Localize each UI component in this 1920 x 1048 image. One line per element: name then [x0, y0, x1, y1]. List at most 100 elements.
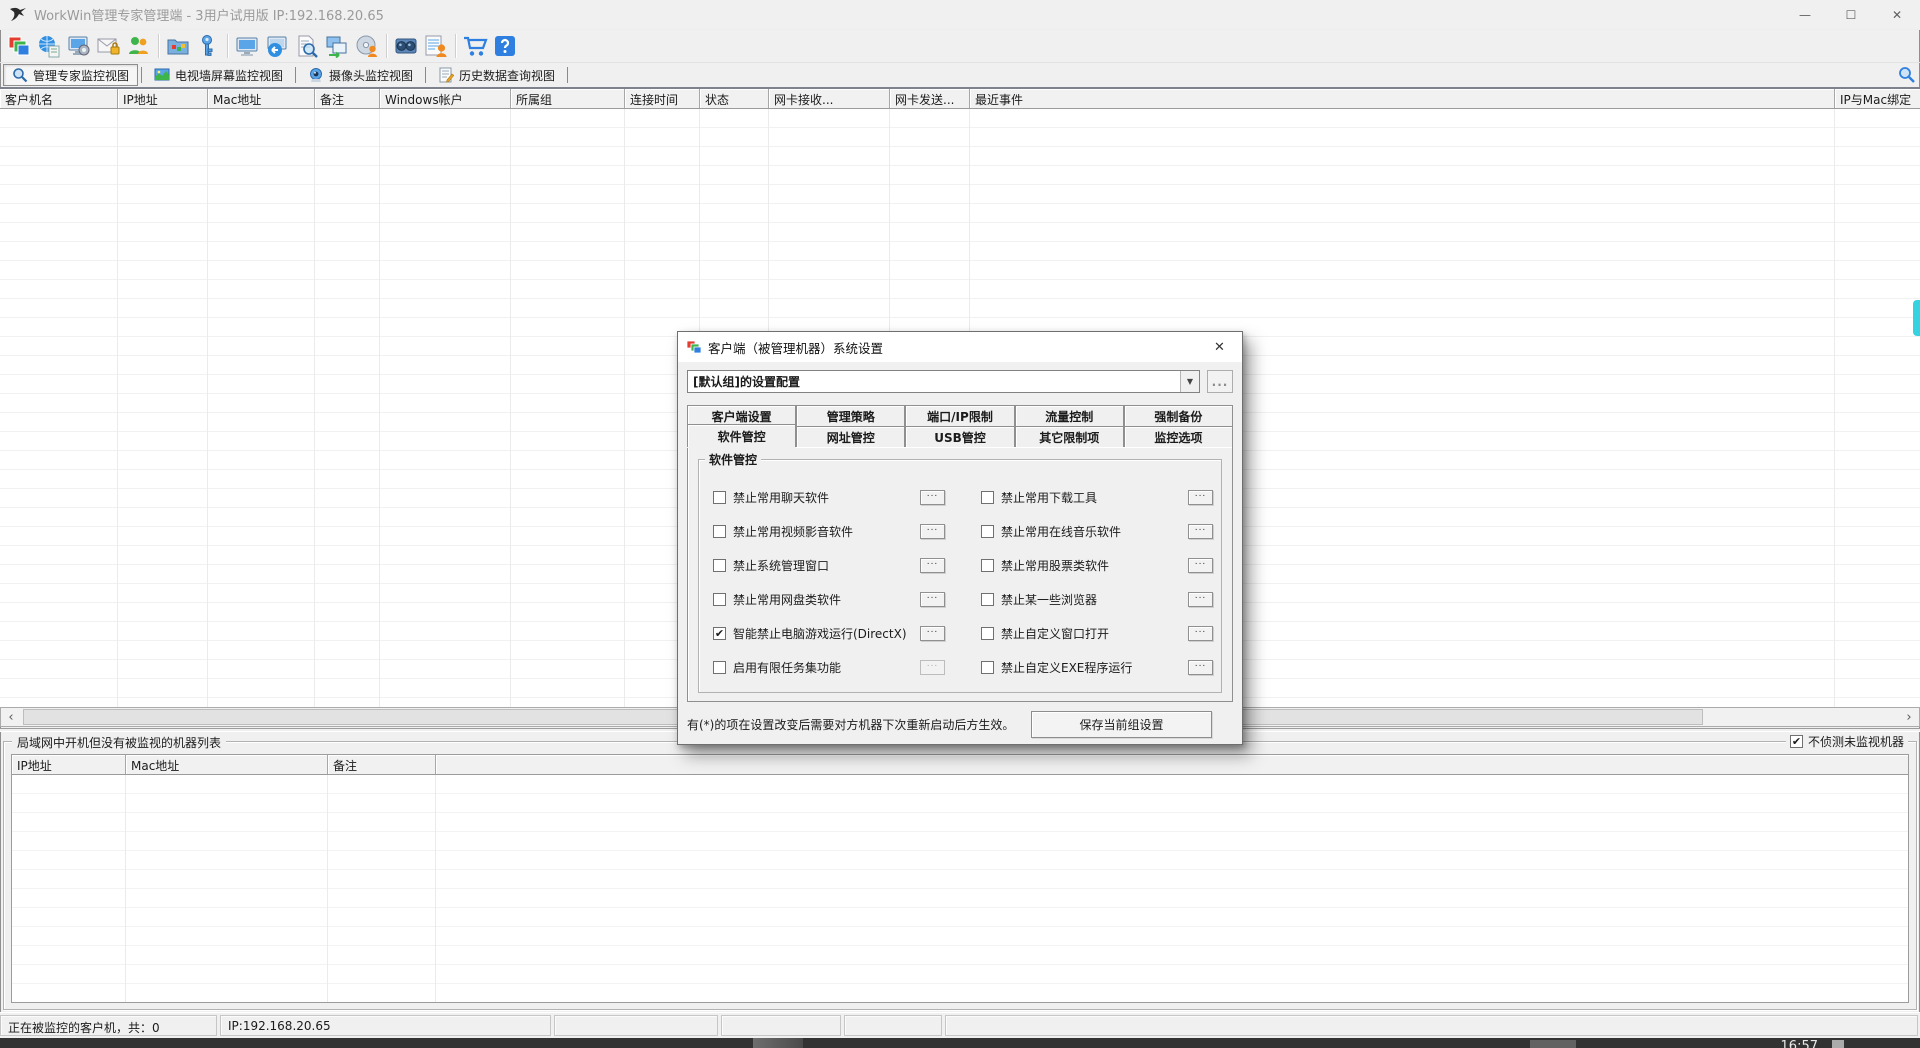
binoculars-icon[interactable] [391, 32, 421, 60]
browse-button[interactable]: ... [1188, 592, 1213, 607]
block-video-audio-checkbox[interactable] [713, 525, 726, 538]
folder-apps-icon[interactable] [163, 32, 193, 60]
option-row: 禁止常用股票类软件 ... [981, 548, 1213, 582]
globe-report-icon[interactable] [34, 32, 64, 60]
close-button[interactable]: ✕ [1874, 0, 1920, 30]
monitor-icon[interactable] [232, 32, 262, 60]
col-header-nic-recv[interactable]: 网卡接收... [769, 89, 890, 108]
users-icon[interactable] [124, 32, 154, 60]
dialog-windows-icon [686, 339, 702, 355]
col-header-ip[interactable]: IP地址 [12, 755, 126, 774]
tab-traffic-control[interactable]: 流量控制 [1015, 405, 1124, 426]
disc-user-icon[interactable] [352, 32, 382, 60]
col-header-status[interactable]: 状态 [700, 89, 769, 108]
col-header-ip[interactable]: IP地址 [118, 89, 208, 108]
save-group-settings-button[interactable]: 保存当前组设置 [1031, 711, 1212, 738]
browse-button[interactable]: ... [920, 490, 945, 505]
browse-button[interactable]: ... [920, 524, 945, 539]
tab-tvwall-monitor-view[interactable]: 电视墙屏幕监控视图 [145, 64, 292, 86]
browse-button[interactable]: ... [1188, 660, 1213, 675]
col-header-client-name[interactable]: 客户机名 [0, 89, 118, 108]
block-online-music-checkbox[interactable] [981, 525, 994, 538]
browse-button[interactable]: ... [920, 626, 945, 641]
group-config-combobox[interactable]: [默认组]的设置配置 ▼ [687, 370, 1200, 393]
tasklist-user-icon[interactable] [421, 32, 451, 60]
tab-other-limits[interactable]: 其它限制项 [1015, 426, 1124, 447]
tab-label: 摄像头监控视图 [329, 67, 413, 84]
combo-browse-button[interactable]: ... [1207, 370, 1233, 393]
help-icon[interactable] [490, 32, 520, 60]
option-row: 禁止自定义窗口打开 ... [981, 616, 1213, 650]
block-chat-checkbox[interactable] [713, 491, 726, 504]
browse-button[interactable]: ... [920, 558, 945, 573]
browse-button[interactable]: ... [1188, 626, 1213, 641]
screen-edge-handle[interactable] [1913, 300, 1920, 336]
col-header-filler [436, 755, 1908, 774]
option-label: 禁止常用股票类软件 [1001, 557, 1109, 574]
key-icon[interactable] [193, 32, 223, 60]
col-header-windows-account[interactable]: Windows帐户 [380, 89, 511, 108]
tab-port-ip-limit[interactable]: 端口/IP限制 [905, 405, 1014, 426]
shop-cart-icon[interactable] [460, 32, 490, 60]
col-header-mac[interactable]: Mac地址 [208, 89, 315, 108]
block-stock-apps-checkbox[interactable] [981, 559, 994, 572]
status-pane-empty [844, 1015, 942, 1036]
tab-camera-monitor-view[interactable]: 摄像头监控视图 [299, 64, 422, 86]
tab-admin-monitor-view[interactable]: 管理专家监控视图 [3, 64, 138, 86]
option-label: 禁止系统管理窗口 [733, 557, 829, 574]
block-system-admin-checkbox[interactable] [713, 559, 726, 572]
limited-taskset-checkbox[interactable] [713, 661, 726, 674]
tab-forced-backup[interactable]: 强制备份 [1124, 405, 1233, 426]
option-row: 禁止常用下载工具 ... [981, 480, 1213, 514]
monitor-settings-icon[interactable] [64, 32, 94, 60]
block-custom-window-checkbox[interactable] [981, 627, 994, 640]
browse-button[interactable]: ... [1188, 490, 1213, 505]
tab-history-query-view[interactable]: 历史数据查询视图 [429, 64, 564, 86]
taskbar-badge [1530, 1040, 1576, 1048]
mail-lock-icon[interactable] [94, 32, 124, 60]
col-header-ip-mac-bind[interactable]: IP与Mac绑定 [1835, 89, 1920, 108]
tab-monitor-options[interactable]: 监控选项 [1124, 426, 1233, 447]
block-download-tools-checkbox[interactable] [981, 491, 994, 504]
combobox-value: [默认组]的设置配置 [688, 373, 1180, 390]
col-header-recent-event[interactable]: 最近事件 [970, 89, 1835, 108]
block-browsers-checkbox[interactable] [981, 593, 994, 606]
chevron-down-icon[interactable]: ▼ [1180, 371, 1199, 392]
browse-button[interactable]: ... [920, 592, 945, 607]
unmonitored-machines-groupbox: 局域网中开机但没有被监视的机器列表 IP地址 Mac地址 备注 [3, 741, 1917, 1010]
col-header-mac[interactable]: Mac地址 [126, 755, 328, 774]
windows-sync-icon[interactable] [322, 32, 352, 60]
browse-button[interactable]: ... [1188, 524, 1213, 539]
block-netdisk-checkbox[interactable] [713, 593, 726, 606]
col-header-note[interactable]: 备注 [328, 755, 436, 774]
monitor-back-icon[interactable] [262, 32, 292, 60]
option-label: 禁止常用聊天软件 [733, 489, 829, 506]
scroll-left-arrow[interactable]: ‹ [1, 708, 21, 726]
tab-admin-policy[interactable]: 管理策略 [796, 405, 905, 426]
undetect-checkbox-label: 不侦测未监视机器 [1808, 733, 1904, 750]
block-directx-games-checkbox[interactable]: ✔ [713, 627, 726, 640]
option-row: 禁止常用视频影音软件 ... [713, 514, 945, 548]
search-icon[interactable] [1898, 66, 1915, 83]
undetect-checkbox[interactable]: ✔ [1790, 735, 1803, 748]
tab-url-control[interactable]: 网址管控 [796, 426, 905, 447]
dialog-close-button[interactable]: ✕ [1197, 332, 1242, 362]
app-windows-icon[interactable] [4, 32, 34, 60]
scroll-right-arrow[interactable]: › [1899, 708, 1919, 726]
block-custom-exe-checkbox[interactable] [981, 661, 994, 674]
undetect-checkbox-row[interactable]: ✔ 不侦测未监视机器 [1786, 733, 1908, 750]
browse-button[interactable]: ... [1188, 558, 1213, 573]
maximize-button[interactable]: ☐ [1828, 0, 1874, 30]
col-header-nic-send[interactable]: 网卡发送... [890, 89, 970, 108]
toolbar-separator [386, 34, 387, 58]
browse-button-disabled: ... [920, 660, 945, 675]
taskbar-tray-icon [1832, 1040, 1844, 1048]
doc-search-icon[interactable] [292, 32, 322, 60]
tab-client-settings[interactable]: 客户端设置 [687, 405, 796, 426]
tab-usb-control[interactable]: USB管控 [905, 426, 1014, 447]
minimize-button[interactable]: — [1782, 0, 1828, 30]
col-header-note[interactable]: 备注 [315, 89, 380, 108]
col-header-connect-time[interactable]: 连接时间 [625, 89, 700, 108]
tab-software-control[interactable]: 软件管控 [687, 424, 796, 447]
col-header-group[interactable]: 所属组 [511, 89, 625, 108]
